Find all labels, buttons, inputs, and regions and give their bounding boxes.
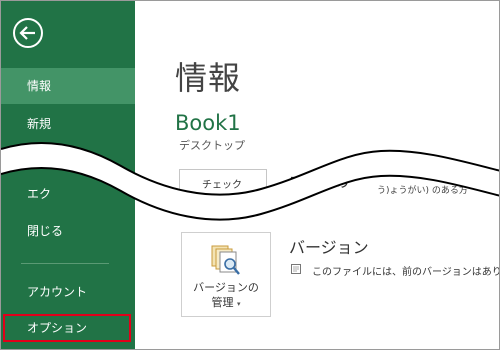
back-arrow-icon bbox=[19, 26, 35, 40]
sidebar-item-label: 情報 bbox=[27, 79, 52, 93]
sidebar-item-account[interactable]: アカウント bbox=[1, 274, 135, 310]
sidebar-item-label: 新規 bbox=[27, 117, 52, 131]
document-icon bbox=[291, 264, 301, 274]
sidebar-item-label: ン bbox=[45, 153, 58, 167]
check-button-label: チェック bbox=[202, 180, 242, 191]
backstage-window: 情報 新規 ン エク 閉じる アカウント オプション 情報 Book1 デスクト… bbox=[0, 0, 500, 350]
manage-versions-line1: バージョンの bbox=[193, 281, 259, 294]
sidebar-item-label: 閉じる bbox=[27, 224, 64, 238]
page-title: 情報 bbox=[175, 59, 242, 97]
check-issues-button[interactable]: チェック bbox=[179, 169, 267, 199]
inspect-section-desc: う)ょうがい) のある方 bbox=[377, 186, 468, 196]
options-highlight-box bbox=[3, 314, 131, 342]
sidebar-item-export[interactable]: エク bbox=[1, 176, 135, 212]
sidebar-item-close[interactable]: 閉じる bbox=[1, 213, 135, 249]
manage-versions-label: バージョンの 管理 ▾ bbox=[182, 280, 270, 312]
inspect-section-title: ブックの bbox=[289, 173, 350, 191]
sidebar-item-new[interactable]: 新規 bbox=[1, 106, 135, 142]
sidebar-item-label: アカウント bbox=[27, 285, 88, 299]
info-panel: 情報 Book1 デスクトップ チェック ブックの う)ょうがい) のある方 バ… bbox=[135, 1, 499, 349]
version-history-icon bbox=[211, 245, 240, 275]
back-button[interactable] bbox=[13, 18, 43, 48]
sidebar-divider bbox=[21, 263, 109, 264]
versions-section-desc: このファイルには、前のバージョンはありま bbox=[312, 267, 500, 278]
sidebar-item-info[interactable]: 情報 bbox=[1, 68, 135, 104]
document-location: デスクトップ bbox=[179, 139, 245, 152]
dropdown-caret-icon: ▾ bbox=[236, 300, 241, 308]
versions-section-title: バージョン bbox=[289, 238, 369, 257]
sidebar-item-partial[interactable]: ン bbox=[1, 142, 135, 178]
backstage-sidebar: 情報 新規 ン エク 閉じる アカウント オプション bbox=[1, 1, 135, 349]
manage-versions-button[interactable]: バージョンの 管理 ▾ bbox=[181, 232, 271, 317]
manage-versions-line2: 管理 bbox=[211, 296, 234, 309]
document-title: Book1 bbox=[175, 111, 241, 135]
sidebar-item-label: エク bbox=[27, 187, 52, 201]
